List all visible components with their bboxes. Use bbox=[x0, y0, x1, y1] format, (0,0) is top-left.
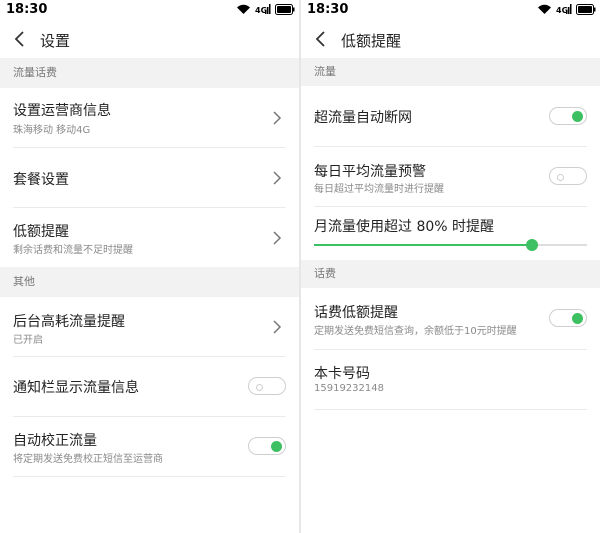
auto-calibrate-sub: 将定期发送免费校正短信至运营商 bbox=[13, 454, 163, 465]
row-auto-calibrate: 自动校正流量 将定期发送免费校正短信至运营商 bbox=[13, 417, 286, 477]
auto-calibrate-label: 自动校正流量 bbox=[13, 433, 97, 449]
row-auto-disconnect: 超流量自动断网 bbox=[314, 86, 587, 147]
monthly-threshold-slider-handle[interactable] bbox=[526, 239, 538, 251]
row-card-number: 本卡号码 15919232148 bbox=[314, 350, 587, 410]
wifi-icon bbox=[237, 4, 250, 14]
row-fee-low-reminder: 话费低额提醒 定期发送免费短信查询，余额低于10元时提醒 bbox=[314, 288, 587, 350]
wifi-icon bbox=[538, 4, 551, 14]
chevron-right-icon bbox=[273, 171, 282, 185]
low-balance-label: 低额提醒 bbox=[13, 224, 69, 240]
daily-average-label: 每日平均流量预警 bbox=[314, 164, 426, 180]
battery-icon bbox=[576, 3, 596, 15]
signal-icon: 4G bbox=[255, 4, 271, 15]
section-header-traffic-fee: 流量话费 bbox=[0, 58, 299, 88]
chevron-right-icon bbox=[273, 111, 282, 125]
page-title: 设置 bbox=[40, 32, 71, 50]
status-time: 18:30 bbox=[6, 2, 48, 17]
daily-average-toggle[interactable] bbox=[549, 167, 587, 185]
section-header-fee: 话费 bbox=[301, 260, 600, 288]
low-balance-screen: 18:30 4G 低额提醒 流量 超流量自动断网 每日平均流量预警 每日超过平均… bbox=[301, 0, 600, 533]
section-header-other: 其他 bbox=[0, 267, 299, 297]
row-notification-traffic: 通知栏显示流量信息 bbox=[13, 357, 286, 417]
back-arrow-icon[interactable] bbox=[10, 29, 30, 49]
signal-icon: 4G bbox=[556, 4, 572, 15]
title-bar: 低额提醒 bbox=[301, 20, 600, 58]
row-monthly-threshold: 月流量使用超过 80% 时提醒 bbox=[314, 207, 587, 260]
auto-disconnect-toggle[interactable] bbox=[549, 107, 587, 125]
notification-traffic-label: 通知栏显示流量信息 bbox=[13, 380, 139, 396]
daily-average-sub: 每日超过平均流量时进行提醒 bbox=[314, 184, 444, 195]
status-bar: 18:30 4G bbox=[0, 0, 299, 20]
chevron-right-icon bbox=[273, 231, 282, 245]
row-daily-average-warning: 每日平均流量预警 每日超过平均流量时进行提醒 bbox=[314, 147, 587, 207]
row-plan-settings[interactable]: 套餐设置 bbox=[13, 148, 286, 208]
row-background-traffic-alert[interactable]: 后台高耗流量提醒 已开启 bbox=[13, 297, 286, 357]
status-time: 18:30 bbox=[307, 2, 349, 17]
row-operator-info[interactable]: 设置运营商信息 珠海移动 移动4G bbox=[13, 88, 286, 148]
auto-disconnect-label: 超流量自动断网 bbox=[314, 110, 412, 126]
back-arrow-icon[interactable] bbox=[311, 29, 331, 49]
monthly-threshold-slider-fill bbox=[314, 244, 532, 246]
auto-calibrate-toggle[interactable] bbox=[248, 437, 286, 455]
page-title: 低额提醒 bbox=[341, 32, 402, 50]
fee-low-sub: 定期发送免费短信查询，余额低于10元时提醒 bbox=[314, 326, 517, 337]
background-traffic-label: 后台高耗流量提醒 bbox=[13, 314, 125, 330]
card-number-value: 15919232148 bbox=[314, 383, 384, 394]
plan-settings-label: 套餐设置 bbox=[13, 172, 69, 188]
operator-info-value: 珠海移动 移动4G bbox=[13, 125, 91, 136]
row-low-balance-reminder[interactable]: 低额提醒 剩余话费和流量不足时提醒 bbox=[13, 208, 286, 267]
monthly-threshold-label: 月流量使用超过 80% 时提醒 bbox=[314, 219, 495, 235]
settings-screen: 18:30 4G 设置 流量话费 设置运营商信息 珠海移动 移动4G 套餐设置 … bbox=[0, 0, 299, 533]
fee-low-label: 话费低额提醒 bbox=[314, 305, 398, 321]
notification-traffic-toggle[interactable] bbox=[248, 377, 286, 395]
card-number-label: 本卡号码 bbox=[314, 366, 370, 382]
background-traffic-status: 已开启 bbox=[13, 335, 43, 346]
low-balance-sub: 剩余话费和流量不足时提醒 bbox=[13, 245, 133, 256]
title-bar: 设置 bbox=[0, 20, 299, 58]
battery-icon bbox=[275, 3, 295, 15]
fee-low-toggle[interactable] bbox=[549, 309, 587, 327]
status-bar: 18:30 4G bbox=[301, 0, 600, 20]
operator-info-label: 设置运营商信息 bbox=[13, 103, 111, 119]
section-header-traffic: 流量 bbox=[301, 58, 600, 86]
chevron-right-icon bbox=[273, 320, 282, 334]
